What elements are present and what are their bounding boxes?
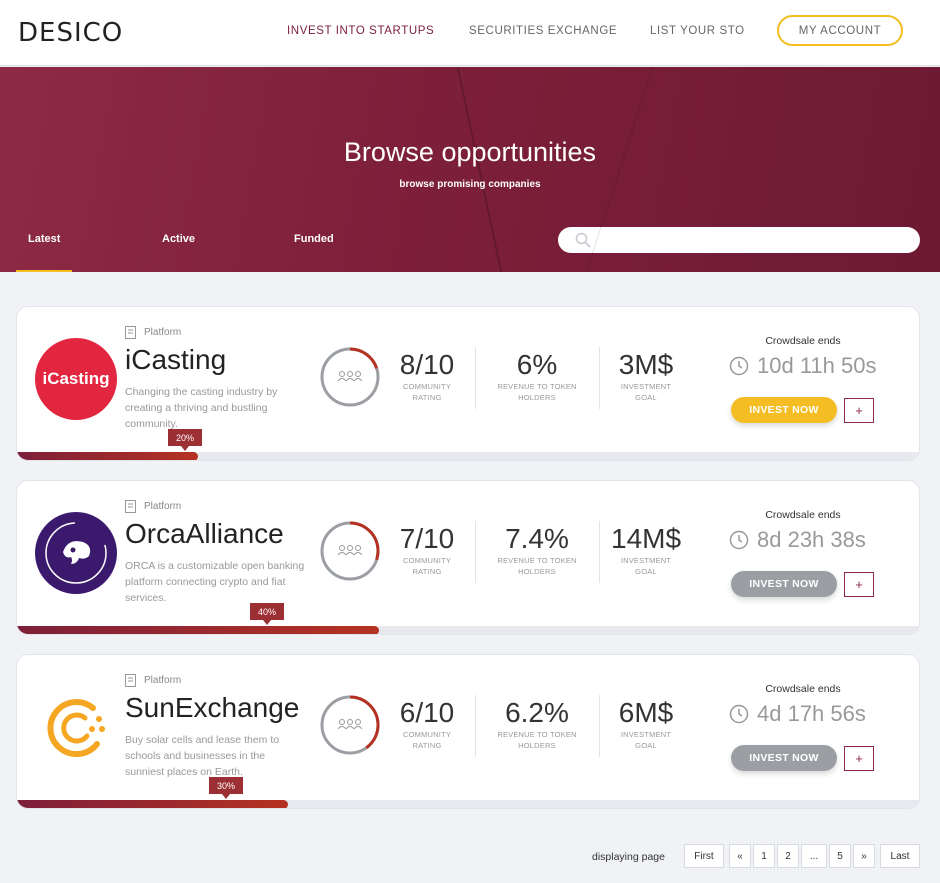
opportunity-card[interactable]: Platform OrcaAlliance ORCA is a customiz… [16, 480, 920, 635]
page-1-button[interactable]: 1 [753, 844, 775, 868]
page-next-button[interactable]: » [853, 844, 875, 868]
divider [599, 347, 600, 409]
search-input[interactable] [558, 227, 920, 253]
icasting-logo: iCasting [35, 338, 117, 420]
nav-list-your-sto[interactable]: LIST YOUR STO [650, 25, 745, 37]
clock-icon [729, 530, 749, 550]
invest-now-button[interactable]: INVEST NOW [731, 397, 837, 423]
funding-progress-label: 40% [250, 603, 284, 625]
company-name[interactable]: SunExchange [125, 692, 299, 724]
rating-ring [320, 347, 380, 407]
orca-alliance-logo [35, 512, 117, 594]
rating-ring [320, 695, 380, 755]
tab-latest[interactable]: Latest [28, 233, 60, 245]
page-first-button[interactable]: First [684, 844, 724, 868]
divider [599, 521, 600, 583]
divider [475, 695, 476, 757]
opportunity-card[interactable]: Platform SunExchange Buy solar cells and… [16, 654, 920, 809]
clock-icon [729, 356, 749, 376]
funding-progress-fill [17, 626, 379, 634]
sun-exchange-logo [35, 686, 117, 768]
divider [599, 695, 600, 757]
document-icon [125, 500, 136, 513]
crowdsale-ends-label: Crowdsale ends [765, 683, 841, 695]
nav-securities-exchange[interactable]: SECURITIES EXCHANGE [469, 25, 617, 37]
page-5-button[interactable]: 5 [829, 844, 851, 868]
revenue-to-token-holders: 6.2% REVENUE TO TOKEN HOLDERS [497, 697, 577, 750]
nav-invest-into-startups[interactable]: INVEST INTO STARTUPS [287, 25, 434, 37]
invest-now-button[interactable]: INVEST NOW [731, 745, 837, 771]
funding-progress-fill [17, 800, 288, 808]
desico-logo[interactable]: DESICO [18, 18, 123, 48]
opportunity-card[interactable]: iCasting Platform iCasting Changing the … [16, 306, 920, 461]
community-icon [337, 371, 363, 382]
invest-now-button[interactable]: INVEST NOW [731, 571, 837, 597]
crowdsale-countdown: 8d 23h 38s [729, 527, 866, 553]
rating-ring [320, 521, 380, 581]
top-header: DESICO INVEST INTO STARTUPS SECURITIES E… [0, 0, 940, 66]
divider [475, 347, 476, 409]
company-description: Changing the casting industry by creatin… [125, 386, 278, 430]
add-button[interactable]: + [844, 746, 874, 771]
company-description: Buy solar cells and lease them to school… [125, 734, 280, 778]
page-ellipsis: ... [801, 844, 827, 868]
tab-funded[interactable]: Funded [294, 233, 334, 245]
investment-goal: 3M$ INVESTMENT GOAL [618, 349, 674, 402]
company-description: ORCA is a customizable open banking plat… [125, 560, 305, 604]
clock-icon [729, 704, 749, 724]
document-icon [125, 326, 136, 339]
tab-active[interactable]: Active [162, 233, 195, 245]
page-title: Browse opportunities [343, 137, 597, 167]
community-rating: 6/10 COMMUNITY RATING [399, 697, 455, 750]
crowdsale-ends-label: Crowdsale ends [765, 335, 841, 347]
crowdsale-ends-label: Crowdsale ends [765, 509, 841, 521]
search-icon [575, 232, 591, 248]
funding-progress-fill [17, 452, 198, 460]
active-tab-indicator [16, 270, 72, 272]
document-icon [125, 674, 136, 687]
divider [475, 521, 476, 583]
category-label: Platform [125, 674, 181, 687]
my-account-button[interactable]: MY ACCOUNT [777, 15, 903, 46]
add-button[interactable]: + [844, 572, 874, 597]
page-subtitle: browse promising companies [399, 179, 541, 190]
crowdsale-countdown: 4d 17h 56s [729, 701, 866, 727]
community-rating: 8/10 COMMUNITY RATING [399, 349, 455, 402]
funding-progress-label: 30% [209, 777, 243, 799]
add-button[interactable]: + [844, 398, 874, 423]
community-icon [337, 719, 363, 730]
category-label: Platform [125, 326, 181, 339]
page-last-button[interactable]: Last [880, 844, 920, 868]
revenue-to-token-holders: 7.4% REVENUE TO TOKEN HOLDERS [497, 523, 577, 576]
community-icon [337, 545, 363, 556]
crowdsale-countdown: 10d 11h 50s [729, 353, 876, 379]
revenue-to-token-holders: 6% REVENUE TO TOKEN HOLDERS [497, 349, 577, 402]
hero-banner: Browse opportunities browse promising co… [0, 67, 940, 272]
funding-progress-label: 20% [168, 429, 202, 451]
company-name[interactable]: iCasting [125, 344, 226, 376]
investment-goal: 14M$ INVESTMENT GOAL [611, 523, 682, 576]
investment-goal: 6M$ INVESTMENT GOAL [618, 697, 674, 750]
page-prev-button[interactable]: « [729, 844, 751, 868]
page-2-button[interactable]: 2 [777, 844, 799, 868]
pagination-label: displaying page [592, 851, 665, 863]
community-rating: 7/10 COMMUNITY RATING [399, 523, 455, 576]
category-label: Platform [125, 500, 181, 513]
company-name[interactable]: OrcaAlliance [125, 518, 284, 550]
